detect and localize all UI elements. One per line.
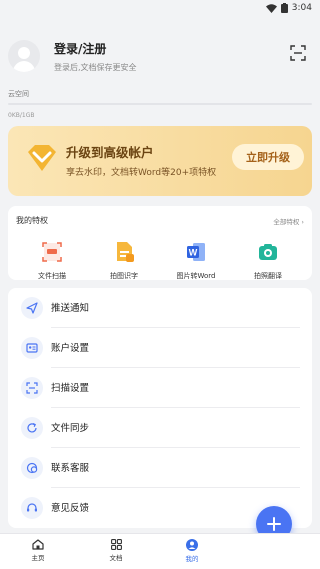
- file-scan-icon: [42, 242, 62, 262]
- upgrade-title: 升级到高级帐户: [66, 145, 154, 160]
- privileges-title: 我的特权: [16, 216, 48, 225]
- privileges-card: 我的特权 全部特权 › 文件扫描 拍图识字 W 图片转Word 拍照翻译: [8, 206, 312, 280]
- tab-mine[interactable]: 我的: [162, 539, 222, 563]
- status-bar: 3:04: [0, 0, 320, 16]
- sync-icon: [21, 417, 43, 439]
- bottom-tab-bar: 主页 文档 我的: [0, 533, 320, 569]
- menu-item-contact-support[interactable]: 联系客服: [8, 448, 312, 488]
- menu-item-account-settings[interactable]: 账户设置: [8, 328, 312, 368]
- scan-settings-icon: [21, 377, 43, 399]
- tab-documents[interactable]: 文档: [86, 539, 146, 562]
- cloud-usage-text: 0KB/1GB: [8, 112, 35, 119]
- battery-icon: [280, 3, 288, 13]
- menu-item-scan-settings[interactable]: 扫描设置: [8, 368, 312, 408]
- profile-header[interactable]: 登录/注册 登录后,文档保存更安全: [0, 28, 320, 80]
- photo-translate-icon: [259, 244, 277, 260]
- tab-home[interactable]: 主页: [8, 539, 68, 562]
- avatar[interactable]: [8, 40, 40, 72]
- login-register-link[interactable]: 登录/注册: [54, 40, 106, 57]
- wifi-icon: [265, 3, 277, 13]
- send-icon: [21, 297, 43, 319]
- upgrade-banner[interactable]: 升级到高级帐户 享去水印，文档转Word等20+项特权 立即升级: [8, 126, 312, 196]
- cloud-space-label: 云空间: [8, 90, 29, 98]
- image-to-word-icon: W: [187, 243, 205, 261]
- privilege-photo-text[interactable]: 拍图识字: [94, 241, 154, 281]
- account-card-icon: [21, 337, 43, 359]
- scan-icon[interactable]: [290, 45, 306, 61]
- all-privileges-link[interactable]: 全部特权 ›: [273, 216, 304, 226]
- plus-icon: [267, 517, 281, 531]
- login-hint: 登录后,文档保存更安全: [54, 63, 137, 72]
- upgrade-now-button[interactable]: 立即升级: [232, 144, 304, 170]
- status-time: 3:04: [291, 3, 312, 13]
- home-icon: [32, 539, 44, 550]
- privilege-photo-translate[interactable]: 拍照翻译: [238, 241, 298, 281]
- svg-text:W: W: [189, 248, 198, 258]
- menu-item-file-sync[interactable]: 文件同步: [8, 408, 312, 448]
- cloud-usage-bar: [8, 103, 312, 105]
- privilege-image-to-word[interactable]: W 图片转Word: [166, 241, 226, 281]
- crown-icon: [28, 145, 56, 171]
- menu-item-push-notification[interactable]: 推送通知: [8, 288, 312, 328]
- photo-text-recognition-icon: [117, 242, 134, 262]
- headset-icon: [21, 497, 43, 519]
- settings-menu: 推送通知 账户设置 扫描设置 文件同步 联系客服 意见反馈: [8, 288, 312, 528]
- grid-icon: [110, 539, 122, 550]
- upgrade-subtitle: 享去水印，文档转Word等20+项特权: [66, 168, 217, 178]
- privilege-file-scan[interactable]: 文件扫描: [22, 241, 82, 281]
- user-icon: [186, 539, 198, 551]
- chat-icon: [21, 457, 43, 479]
